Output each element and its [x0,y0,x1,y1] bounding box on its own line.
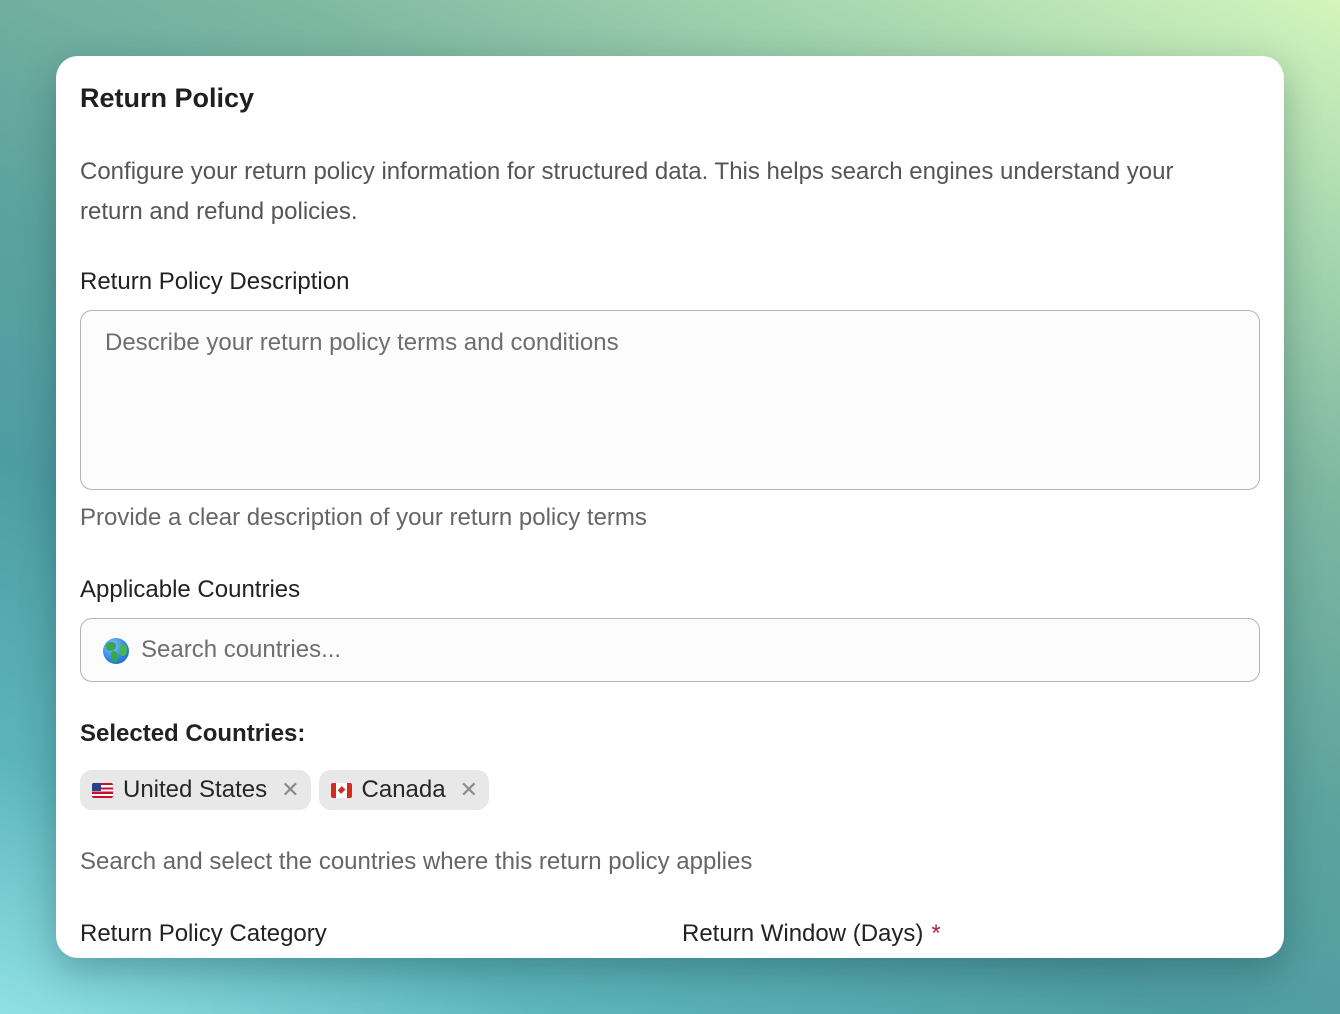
required-indicator: * [931,920,941,947]
description-help-text: Provide a clear description of your retu… [80,504,647,531]
selected-countries-label: Selected Countries: [80,720,306,747]
description-textarea[interactable] [81,311,1259,489]
close-icon[interactable]: ✕ [460,779,478,801]
country-chip-label: United States [123,776,268,803]
category-label: Return Policy Category [80,920,327,947]
description-label: Return Policy Description [80,268,350,295]
country-chip-canada: Canada ✕ [318,770,490,810]
card-title: Return Policy [80,83,255,113]
return-policy-card: Return Policy Configure your return poli… [56,56,1284,958]
return-window-label: Return Window (Days) * [682,920,941,948]
return-window-label-text: Return Window (Days) [682,920,924,947]
close-icon[interactable]: ✕ [281,779,299,801]
countries-label: Applicable Countries [80,576,301,603]
card-description: Configure your return policy information… [80,158,1174,225]
country-search-box[interactable] [80,618,1260,682]
ca-flag-icon [330,782,352,798]
description-textarea-box[interactable] [80,310,1260,490]
selected-countries-list: United States ✕ Canada ✕ [80,770,490,810]
country-chip-label: Canada [361,776,446,803]
country-chip-united-states: United States ✕ [80,770,311,810]
globe-icon [103,638,129,664]
countries-help-text: Search and select the countries where th… [80,848,753,875]
us-flag-icon [92,782,113,798]
country-search-input[interactable] [141,619,1241,681]
